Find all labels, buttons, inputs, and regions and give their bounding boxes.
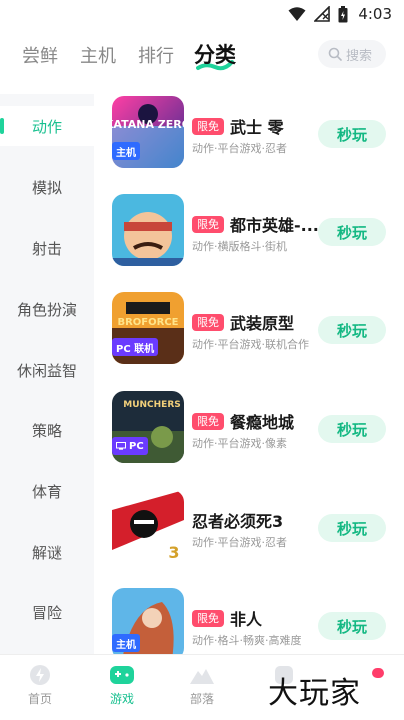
status-bar: 4:03 [0, 0, 404, 30]
top-tabs: 尝鲜 主机 排行 分类 搜索 [0, 36, 404, 76]
instant-play-button[interactable]: 秒玩 [318, 415, 386, 443]
platform-chip: PC 联机 [112, 338, 159, 356]
watermark-dot [372, 668, 384, 678]
game-cover[interactable]: KATANA ZERO 主机 [112, 96, 184, 168]
nav-games[interactable]: 游戏 [92, 663, 152, 707]
instant-play-button[interactable]: 秒玩 [318, 120, 386, 148]
game-tags: 动作·横版格斗·街机 [192, 240, 287, 253]
nav-label: 首页 [27, 692, 52, 706]
clock: 4:03 [358, 5, 392, 23]
mountain-icon [190, 669, 214, 684]
category-sidebar: 动作 模拟 射击 角色扮演 休闲益智 策略 体育 解谜 冒险 [0, 94, 94, 654]
sidebar-item-juesebanyan[interactable]: 角色扮演 [0, 289, 94, 329]
sidebar-item-moni[interactable]: 模拟 [0, 167, 94, 207]
nav-home[interactable]: 首页 [10, 663, 70, 707]
chip-label: PC 联机 [116, 343, 155, 355]
nav-label: 游戏 [109, 692, 134, 706]
tab-changxian[interactable]: 尝鲜 [22, 42, 58, 68]
game-tags: 动作·格斗·畅爽·高难度 [192, 634, 302, 647]
tab-paihang[interactable]: 排行 [138, 42, 174, 68]
sidebar-item-label: 解谜 [31, 543, 62, 562]
tab-fenlei[interactable]: 分类 [194, 39, 236, 69]
game-tags: 动作·平台游戏·像素 [192, 437, 287, 450]
game-cover[interactable]: MUNCHERS PC [112, 391, 184, 463]
cover-art [112, 194, 184, 266]
cover-title: MUNCHERS [123, 400, 181, 410]
nav-label: 部落 [189, 692, 214, 706]
chip-label: 主机 [116, 147, 136, 159]
sidebar-item-label: 冒险 [31, 603, 62, 622]
free-badge: 限免 [192, 412, 224, 430]
free-badge: 限免 [192, 215, 224, 233]
game-row[interactable]: 限免 都市英雄-... 动作·横版格斗·街机 秒玩 [94, 194, 404, 274]
search-box[interactable]: 搜索 [318, 40, 386, 68]
sidebar-item-label: 体育 [31, 482, 62, 501]
cover-title: KATANA ZERO [112, 118, 184, 131]
monitor-icon [116, 442, 126, 450]
free-badge: 限免 [192, 609, 224, 627]
game-cover[interactable] [112, 194, 184, 266]
chip-label: 主机 [116, 639, 136, 651]
sidebar-item-label: 射击 [31, 239, 62, 258]
game-row[interactable]: 3 忍者必须死3 动作·平台游戏·忍者 秒玩 [94, 490, 404, 570]
game-row[interactable]: 主机 限免 非人 动作·格斗·畅爽·高难度 秒玩 [94, 588, 404, 654]
sidebar-item-label: 休闲益智 [16, 361, 77, 380]
instant-play-button[interactable]: 秒玩 [318, 612, 386, 640]
platform-chip: 主机 [112, 634, 140, 652]
signal-icon [314, 6, 331, 22]
game-name[interactable]: 武装原型 [230, 310, 294, 334]
tab-zhuji[interactable]: 主机 [80, 42, 116, 68]
sidebar-item-dongzuo[interactable]: 动作 [0, 106, 94, 146]
chip-label: PC [129, 440, 144, 452]
wifi-icon [288, 7, 306, 21]
game-name[interactable]: 非人 [230, 606, 262, 630]
game-tags: 动作·平台游戏·联机合作 [192, 338, 309, 351]
game-name[interactable]: 武士 零 [230, 114, 284, 138]
platform-chip: 主机 [112, 142, 140, 160]
cover-title: 3 [168, 543, 179, 562]
gamepad-icon [110, 666, 134, 684]
game-cover[interactable]: BROFORCE PC 联机 [112, 292, 184, 364]
game-cover[interactable]: 主机 [112, 588, 184, 654]
watermark-text: 大玩家 [268, 676, 361, 711]
game-name[interactable]: 餐瘾地城 [230, 409, 294, 433]
free-badge: 限免 [192, 117, 224, 135]
game-row[interactable]: MUNCHERS PC 限免 餐瘾地城 动作·平台游戏·像素 秒玩 [94, 391, 404, 471]
home-icon [30, 665, 50, 685]
instant-play-button[interactable]: 秒玩 [318, 316, 386, 344]
game-list: KATANA ZERO 主机 限免 武士 零 动作·平台游戏·忍者 秒玩 限免 … [94, 94, 404, 654]
free-badge: 限免 [192, 313, 224, 331]
search-icon [328, 47, 342, 61]
instant-play-button[interactable]: 秒玩 [318, 514, 386, 542]
game-tags: 动作·平台游戏·忍者 [192, 142, 287, 155]
sidebar-item-maoxian[interactable]: 冒险 [0, 592, 94, 632]
game-name[interactable]: 忍者必须死3 [192, 508, 283, 532]
instant-play-button[interactable]: 秒玩 [318, 218, 386, 246]
sidebar-item-label: 策略 [31, 421, 62, 440]
sidebar-item-label: 模拟 [31, 178, 62, 197]
battery-icon [338, 5, 348, 22]
game-cover[interactable]: 3 [112, 490, 184, 562]
game-tags: 动作·平台游戏·忍者 [192, 536, 287, 549]
sidebar-item-xiuxianyizhi[interactable]: 休闲益智 [0, 350, 94, 390]
active-indicator [0, 118, 4, 134]
sidebar-item-label: 动作 [31, 117, 62, 136]
cover-title: BROFORCE [117, 317, 178, 328]
nav-tribe[interactable]: 部落 [172, 663, 232, 707]
search-placeholder: 搜索 [346, 48, 373, 64]
platform-chip: PC [112, 437, 148, 455]
sidebar-item-label: 角色扮演 [16, 300, 77, 319]
sidebar-item-sheji[interactable]: 射击 [0, 228, 94, 268]
game-row[interactable]: BROFORCE PC 联机 限免 武装原型 动作·平台游戏·联机合作 秒玩 [94, 292, 404, 372]
game-name[interactable]: 都市英雄-... [230, 212, 319, 236]
sidebar-item-tiyu[interactable]: 体育 [0, 471, 94, 511]
sidebar-item-celue[interactable]: 策略 [0, 410, 94, 450]
cover-art: 3 [112, 490, 184, 562]
game-row[interactable]: KATANA ZERO 主机 限免 武士 零 动作·平台游戏·忍者 秒玩 [94, 96, 404, 176]
sidebar-item-jiemi[interactable]: 解谜 [0, 532, 94, 572]
